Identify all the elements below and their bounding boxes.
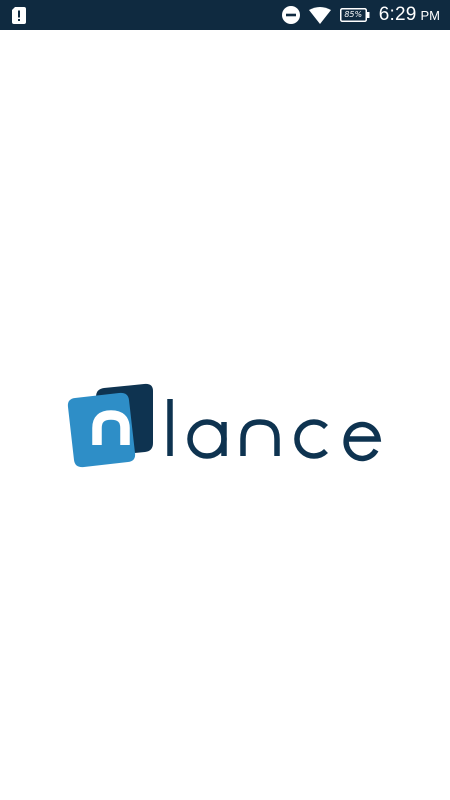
app-screen: 85% 6:29 PM [0, 0, 450, 800]
logo-wordmark-lance [167, 399, 382, 462]
do-not-disturb-icon [281, 6, 300, 24]
splash-screen [0, 30, 450, 800]
notification-alert-icon [12, 6, 26, 24]
clock: 6:29 PM [379, 4, 440, 26]
nlance-logo [67, 383, 382, 468]
clock-time: 6:29 [378, 4, 417, 25]
battery-percent: 85% [344, 10, 363, 19]
battery-indicator: 85% [339, 8, 370, 22]
status-bar: 85% 6:29 PM [0, 0, 450, 30]
clock-ampm: PM [420, 8, 441, 23]
wifi-icon [308, 6, 331, 24]
